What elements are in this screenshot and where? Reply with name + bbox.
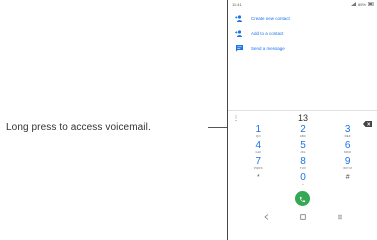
key-9[interactable]: 9 WXYZ xyxy=(325,157,370,172)
back-icon[interactable] xyxy=(263,207,269,225)
voicemail-label: QO xyxy=(255,134,261,138)
key-hash[interactable]: # xyxy=(325,173,370,188)
key-3[interactable]: 3 DEF xyxy=(325,125,370,140)
key-2[interactable]: 2 ABC xyxy=(281,125,326,140)
status-time: 11:41 xyxy=(232,2,242,7)
phone-icon xyxy=(299,190,306,208)
person-add-icon xyxy=(235,15,243,23)
battery-icon xyxy=(368,2,374,7)
key-8[interactable]: 8 TUV xyxy=(281,157,326,172)
key-6[interactable]: 6 MNO xyxy=(325,141,370,156)
person-add-icon xyxy=(235,30,243,38)
battery-level: 85% xyxy=(357,2,366,7)
phone-screen: 11:41 85% Create new contact Add to a co… xyxy=(227,0,377,240)
voicemail-callout: Long press to access voicemail. xyxy=(6,122,151,133)
create-new-contact-item[interactable]: Create new contact xyxy=(228,11,377,26)
home-icon[interactable] xyxy=(299,207,306,225)
add-to-contact-item[interactable]: Add to a contact xyxy=(228,26,377,41)
key-star[interactable]: * xyxy=(236,173,281,188)
signal-icon xyxy=(350,2,356,7)
send-message-label: Send a message xyxy=(251,46,285,51)
navigation-bar xyxy=(228,210,377,222)
recents-icon[interactable] xyxy=(337,207,343,225)
create-new-contact-label: Create new contact xyxy=(251,16,290,21)
key-7[interactable]: 7 PQRS xyxy=(236,157,281,172)
add-to-contact-label: Add to a contact xyxy=(251,31,284,36)
status-bar: 11:41 85% xyxy=(228,0,377,9)
dialpad: 1 QO 2 ABC 3 DEF 4 GHI 5 JKL 6 MNO 7 PQR… xyxy=(236,125,370,188)
key-0[interactable]: 0 + xyxy=(281,173,326,188)
dialer-display: ⋮ 13 xyxy=(228,110,377,127)
send-message-item[interactable]: Send a message xyxy=(228,41,377,56)
key-5[interactable]: 5 JKL xyxy=(281,141,326,156)
key-4[interactable]: 4 GHI xyxy=(236,141,281,156)
dialed-number: 13 xyxy=(297,113,308,123)
message-icon xyxy=(235,45,243,53)
call-button[interactable] xyxy=(295,191,310,206)
number-actions-menu: Create new contact Add to a contact Send… xyxy=(228,11,377,56)
key-1[interactable]: 1 QO xyxy=(236,125,281,140)
